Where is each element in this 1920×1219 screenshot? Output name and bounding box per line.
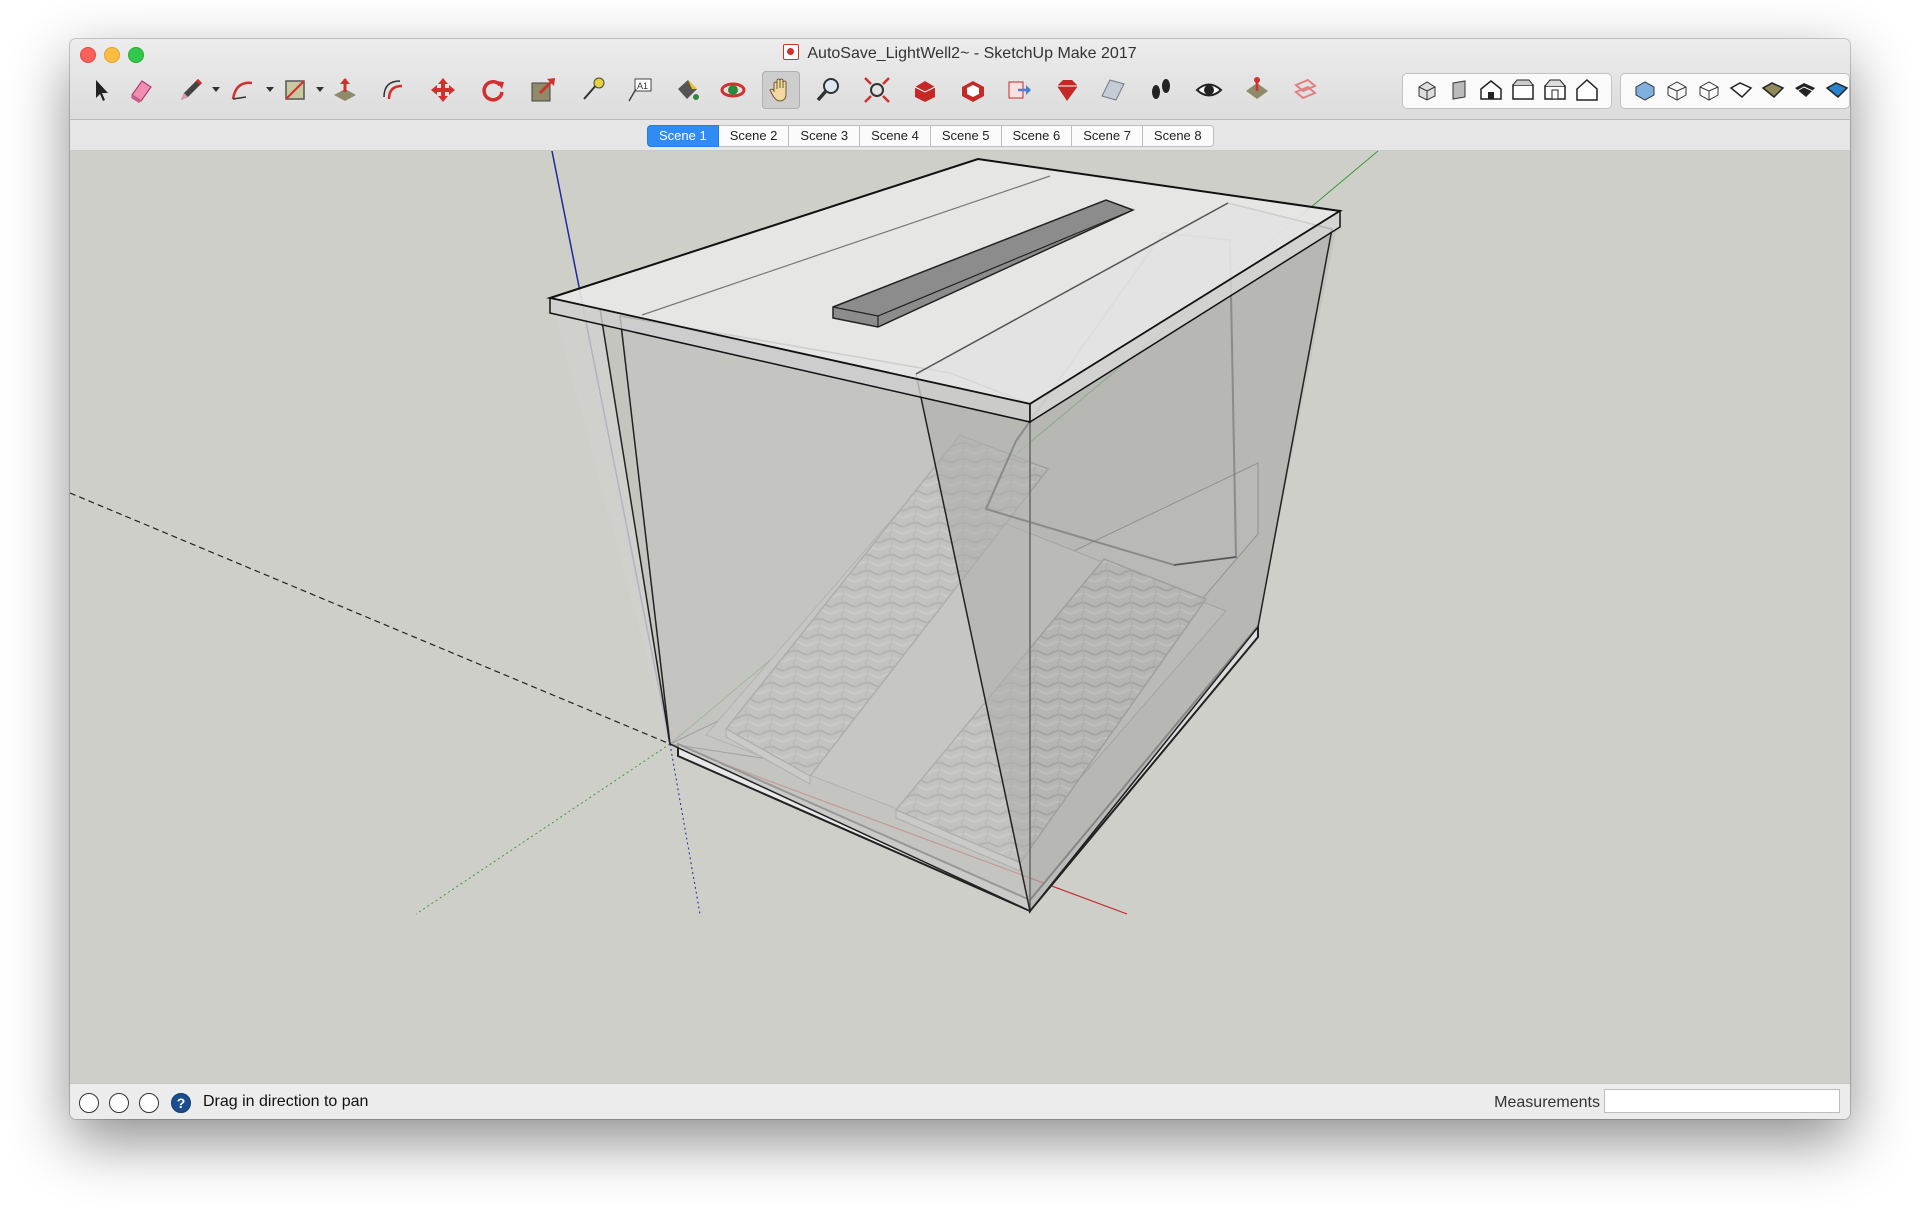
iso-view-icon <box>1418 81 1436 101</box>
scene-tab-5[interactable]: Scene 5 <box>930 125 1002 147</box>
warehouse-icon <box>914 81 936 102</box>
layout-tool-button[interactable] <box>1094 71 1132 109</box>
status-bar: ? Drag in direction to pan Measurements <box>70 1083 1850 1119</box>
scale-tool-button[interactable] <box>524 71 562 109</box>
eraser-icon <box>131 80 152 103</box>
orbit-icon <box>720 82 746 98</box>
monochrome-style-icon <box>1794 83 1816 97</box>
position-camera-icon <box>1246 77 1268 99</box>
share-model-tool-button[interactable] <box>954 71 992 109</box>
right-view-icon <box>1512 79 1534 100</box>
wireframe-style-icon <box>1667 81 1687 101</box>
tape-measure-icon <box>583 77 605 100</box>
eraser-tool-button[interactable] <box>122 71 160 109</box>
shaded-style-icon <box>1729 82 1753 99</box>
3d-model-canvas[interactable] <box>70 151 1850 1083</box>
scene-tab-7[interactable]: Scene 7 <box>1072 125 1143 147</box>
scene-tab-3[interactable]: Scene 3 <box>789 125 861 147</box>
text-icon: A1 <box>628 78 652 102</box>
credits-icon[interactable] <box>109 1093 129 1113</box>
line-tool-button[interactable] <box>172 71 210 109</box>
offset-tool-button[interactable] <box>374 71 412 109</box>
magnifier-icon <box>816 78 839 102</box>
back-view-icon <box>1544 79 1566 100</box>
rectangle-icon <box>285 80 305 100</box>
textured-style-icon <box>1761 82 1785 99</box>
sketchup-window: AutoSave_LightWell2~ - SketchUp Make 201… <box>70 39 1850 1119</box>
sketchup-file-icon <box>783 44 800 60</box>
warehouse-tool-button[interactable] <box>906 71 944 109</box>
scene-tab-6[interactable]: Scene 6 <box>1001 125 1073 147</box>
scene-tab-4[interactable]: Scene 4 <box>860 125 931 147</box>
eye-icon <box>1195 83 1223 97</box>
paint-bucket-icon <box>678 80 699 100</box>
ruby-icon <box>1057 80 1078 101</box>
front-view-icon <box>1480 80 1502 100</box>
look-around-tool-button[interactable] <box>1190 71 1228 109</box>
extension-warehouse-tool-button[interactable] <box>1048 71 1086 109</box>
left-view-button[interactable] <box>1568 71 1606 109</box>
select-tool-button[interactable] <box>82 71 120 109</box>
geo-location-icon[interactable] <box>79 1093 99 1113</box>
line-tool-dropdown[interactable] <box>212 87 220 92</box>
share-model-icon <box>962 81 984 102</box>
xray-style-icon <box>1635 81 1655 101</box>
move-arrows-icon <box>431 78 455 102</box>
move-tool-button[interactable] <box>424 71 462 109</box>
scene-tab-1[interactable]: Scene 1 <box>647 125 719 147</box>
push-pull-icon <box>334 78 356 101</box>
scene-tabs-bar: Scene 1 Scene 2 Scene 3 Scene 4 Scene 5 … <box>70 120 1850 151</box>
measurements-label: Measurements <box>1494 1094 1600 1111</box>
color-style-icon <box>1825 82 1849 99</box>
orbit-tool-button[interactable] <box>714 71 752 109</box>
position-camera-tool-button[interactable] <box>1238 71 1276 109</box>
tape-measure-tool-button[interactable] <box>574 71 612 109</box>
section-tool-button[interactable] <box>1286 71 1324 109</box>
scale-icon <box>531 78 555 102</box>
pan-tool-button[interactable] <box>762 71 800 109</box>
window-title-area: AutoSave_LightWell2~ - SketchUp Make 201… <box>70 44 1850 63</box>
window-title: AutoSave_LightWell2~ - SketchUp Make 201… <box>807 45 1137 62</box>
arc-tool-dropdown[interactable] <box>266 87 274 92</box>
user-account-icon[interactable] <box>139 1093 159 1113</box>
rotate-tool-button[interactable] <box>474 71 512 109</box>
hidden-line-style-icon <box>1699 81 1719 101</box>
rectangle-tool-dropdown[interactable] <box>316 87 324 92</box>
rectangle-tool-button[interactable] <box>276 71 314 109</box>
offset-icon <box>383 80 403 100</box>
rotate-icon <box>482 80 504 102</box>
scene-tabs: Scene 1 Scene 2 Scene 3 Scene 4 Scene 5 … <box>647 125 1214 147</box>
arc-icon <box>231 81 253 100</box>
arrow-cursor-icon <box>96 80 108 101</box>
status-message: Drag in direction to pan <box>203 1093 369 1110</box>
top-view-icon <box>1452 80 1466 100</box>
scene-tab-2[interactable]: Scene 2 <box>718 125 790 147</box>
zoom-extents-tool-button[interactable] <box>858 71 896 109</box>
title-bar: AutoSave_LightWell2~ - SketchUp Make 201… <box>70 39 1850 120</box>
hand-icon <box>769 78 787 102</box>
section-plane-icon <box>1294 78 1317 100</box>
model-viewport[interactable] <box>70 151 1850 1083</box>
footprints-icon <box>1152 79 1170 99</box>
svg-text:A1: A1 <box>637 81 648 91</box>
arc-tool-button[interactable] <box>224 71 262 109</box>
push-pull-tool-button[interactable] <box>326 71 364 109</box>
text-tool-button[interactable]: A1 <box>620 71 658 109</box>
color-style-button[interactable] <box>1818 71 1850 109</box>
share-component-icon <box>1008 81 1031 99</box>
help-icon[interactable]: ? <box>171 1093 191 1113</box>
walk-tool-button[interactable] <box>1142 71 1180 109</box>
layout-icon <box>1101 79 1125 101</box>
left-view-icon <box>1576 78 1598 101</box>
paint-bucket-tool-button[interactable] <box>668 71 706 109</box>
main-toolbar: A1 <box>80 69 1850 113</box>
zoom-extents-icon <box>864 77 890 103</box>
pencil-icon <box>181 79 202 100</box>
scene-tab-8[interactable]: Scene 8 <box>1142 125 1214 147</box>
zoom-tool-button[interactable] <box>810 71 848 109</box>
measurements-input[interactable] <box>1604 1089 1840 1113</box>
share-component-tool-button[interactable] <box>1000 71 1038 109</box>
